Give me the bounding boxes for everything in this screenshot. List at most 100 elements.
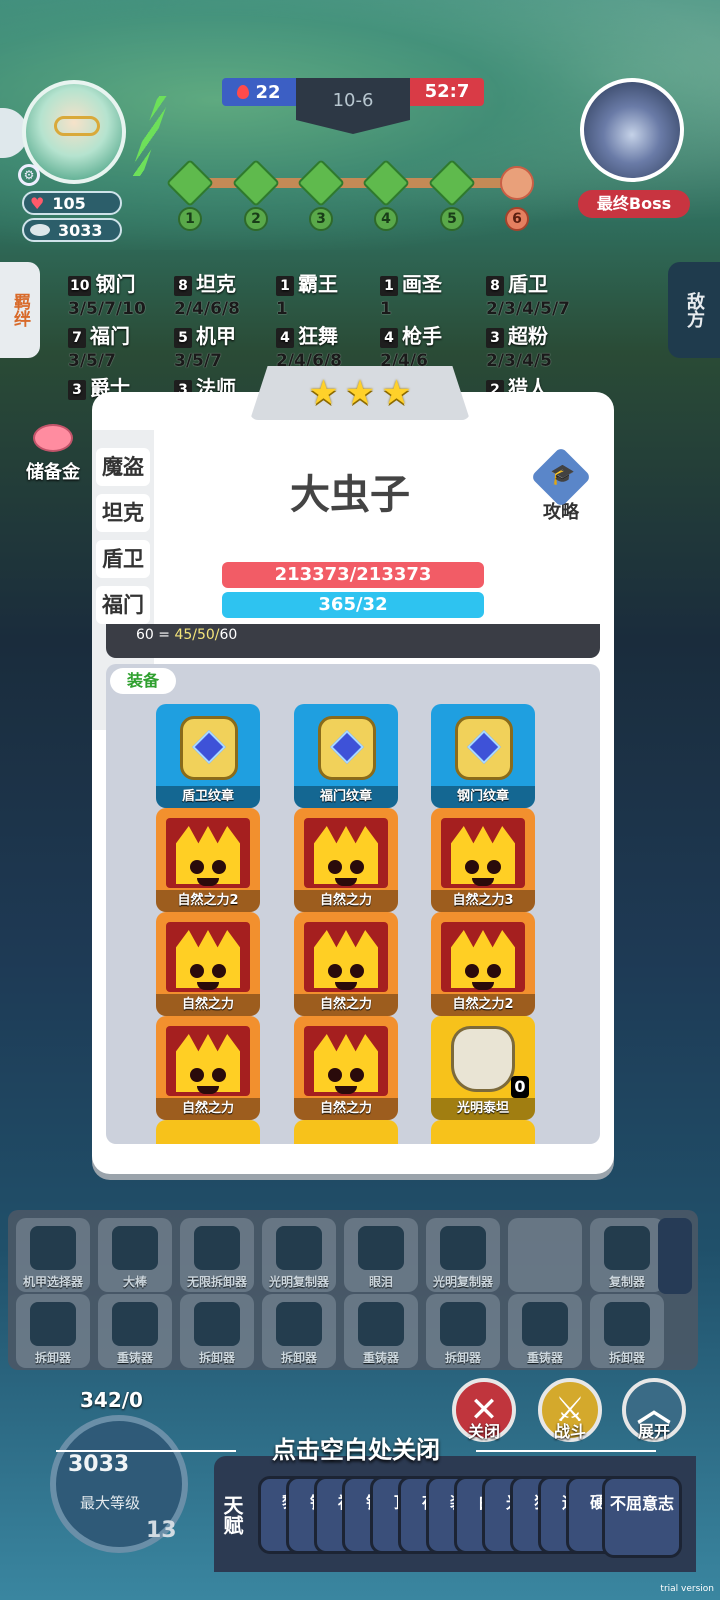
stage-number: 4 — [374, 207, 398, 231]
item-nature-force[interactable]: 自然之力2 — [431, 912, 535, 1016]
remover-icon — [604, 1302, 650, 1346]
item-nature-force[interactable]: 自然之力 — [156, 1016, 260, 1120]
emblem-icon — [180, 716, 238, 780]
crown-face-icon — [304, 922, 388, 992]
trait-item[interactable]: 1 画圣 1 — [380, 268, 442, 319]
item-emblem[interactable]: 钢门纹章 — [431, 704, 535, 808]
titan-icon — [451, 1026, 515, 1092]
unit-hp-bar: 213373/213373 — [222, 562, 484, 588]
boss-avatar[interactable] — [580, 78, 684, 182]
stage-number: 5 — [440, 207, 464, 231]
item-bench: 机甲选择器 大棒 无限拆卸器 光明复制器 眼泪 光明复制器 复制器 拆卸器 重铸… — [8, 1210, 698, 1370]
bench-slot[interactable]: 眼泪 — [344, 1218, 418, 1292]
item-count: 0 — [511, 1076, 529, 1098]
stage-number: 2 — [244, 207, 268, 231]
crown-face-icon — [441, 818, 525, 888]
emblem-icon — [455, 716, 513, 780]
exp-counter: 342/0 — [80, 1388, 143, 1412]
bench-slot[interactable]: 拆卸器 — [590, 1294, 664, 1368]
bench-slot[interactable]: 复制器 — [590, 1218, 664, 1292]
remover-icon — [30, 1302, 76, 1346]
item-emblem[interactable]: 盾卫纹章 — [156, 704, 260, 808]
bench-slot[interactable]: 光明复制器 — [262, 1218, 336, 1292]
bench-slot[interactable]: 拆卸器 — [426, 1294, 500, 1368]
player-gold: 3033 — [22, 218, 122, 242]
item-nature-force[interactable]: 自然之力3 — [431, 808, 535, 912]
bench-slot[interactable]: 重铸器 — [508, 1294, 582, 1368]
bench-slot[interactable]: 拆卸器 — [262, 1294, 336, 1368]
timer: 52:7 — [410, 78, 484, 106]
equipment-tag: 装备 — [110, 668, 176, 694]
item-nature-force[interactable]: 自然之力 — [294, 912, 398, 1016]
boss-stage-node — [500, 166, 534, 200]
tab-synergy[interactable]: 羁绊 — [0, 262, 40, 358]
trait-item[interactable]: 7 福门 3/5/7 — [68, 320, 130, 371]
reforger-icon — [358, 1302, 404, 1346]
bench-slot[interactable]: 重铸器 — [344, 1294, 418, 1368]
stage-number: 6 — [505, 207, 529, 231]
trait-item[interactable]: 4 枪手 2/4/6 — [380, 320, 442, 371]
duplicator-icon — [604, 1226, 650, 1270]
bench-slot[interactable]: 大棒 — [98, 1218, 172, 1292]
trait-item[interactable]: 8 盾卫 2/3/4/5/7 — [486, 268, 570, 319]
reforger-icon — [112, 1302, 158, 1346]
trait-item[interactable]: 10 钢门 3/5/7/10 — [68, 268, 146, 319]
reforger-icon — [522, 1302, 568, 1346]
talent-chip-unyielding[interactable]: 不屈意志 — [602, 1476, 682, 1558]
bench-slot[interactable]: 机甲选择器 — [16, 1218, 90, 1292]
club-icon — [112, 1226, 158, 1270]
remover-icon — [194, 1302, 240, 1346]
unit-name: 大虫子 — [290, 472, 410, 518]
trait-item[interactable]: 8 坦克 2/4/6/8 — [174, 268, 240, 319]
level-number: 13 — [146, 1518, 177, 1543]
bench-slot[interactable]: 拆卸器 — [180, 1294, 254, 1368]
tab-trait[interactable]: 福门 — [96, 586, 150, 624]
trait-item[interactable]: 4 狂舞 2/4/6/8 — [276, 320, 342, 371]
item-nature-force[interactable]: 自然之力2 — [156, 808, 260, 912]
tab-trait[interactable]: 盾卫 — [96, 540, 150, 578]
bench-scrollbar[interactable] — [658, 1218, 692, 1294]
duplicator-icon — [440, 1226, 486, 1270]
tools-icon — [194, 1226, 240, 1270]
item-nature-force[interactable]: 自然之力 — [294, 1016, 398, 1120]
bench-slot-empty[interactable] — [508, 1218, 582, 1292]
bench-slot[interactable]: 光明复制器 — [426, 1218, 500, 1292]
strategy-button[interactable]: 🎓 攻略 — [528, 446, 594, 524]
bench-slot[interactable]: 拆卸器 — [16, 1294, 90, 1368]
left-score: 22 — [222, 78, 296, 106]
item-partial[interactable] — [431, 1120, 535, 1144]
item-nature-force[interactable]: 自然之力 — [156, 912, 260, 1016]
gear-icon[interactable]: ⚙ — [18, 164, 40, 186]
item-emblem[interactable]: 福门纹章 — [294, 704, 398, 808]
item-light-titan[interactable]: 0 光明泰坦 — [431, 1016, 535, 1120]
watermark: trial version — [660, 1584, 714, 1594]
item-nature-force[interactable]: 自然之力 — [294, 808, 398, 912]
tab-trait[interactable]: 坦克 — [96, 494, 150, 532]
remover-icon — [440, 1302, 486, 1346]
reserve-gold-button[interactable]: 储备金 — [20, 420, 86, 490]
close-hint[interactable]: 点击空白处关闭 — [56, 1430, 656, 1470]
max-level-label: 最大等级 — [80, 1494, 141, 1512]
glasses-icon — [54, 116, 100, 136]
stage-number: 1 — [178, 207, 202, 231]
bench-slot[interactable]: 无限拆卸器 — [180, 1218, 254, 1292]
hint-divider — [476, 1450, 656, 1452]
star-rank-badge: ★ ★ ★ — [250, 366, 470, 420]
trait-item[interactable]: 3 超粉 2/3/4/5 — [486, 320, 552, 371]
crown-face-icon — [441, 922, 525, 992]
piggy-bank-icon — [33, 424, 73, 452]
item-partial[interactable] — [156, 1120, 260, 1144]
trait-item[interactable]: 5 机甲 3/5/7 — [174, 320, 236, 371]
item-partial[interactable] — [294, 1120, 398, 1144]
star-icon: ★ — [308, 373, 339, 413]
star-icon: ★ — [381, 373, 412, 413]
tear-icon — [358, 1226, 404, 1270]
crown-face-icon — [166, 818, 250, 888]
coin-icon — [30, 224, 50, 236]
tab-enemy[interactable]: 敌方 — [668, 262, 720, 358]
unit-stat-line: 60 = 45/50/60 — [106, 624, 600, 658]
bench-slot[interactable]: 重铸器 — [98, 1294, 172, 1368]
trait-item[interactable]: 1 霸王 1 — [276, 268, 338, 319]
tab-trait[interactable]: 魔盗 — [96, 448, 150, 486]
crown-face-icon — [166, 922, 250, 992]
